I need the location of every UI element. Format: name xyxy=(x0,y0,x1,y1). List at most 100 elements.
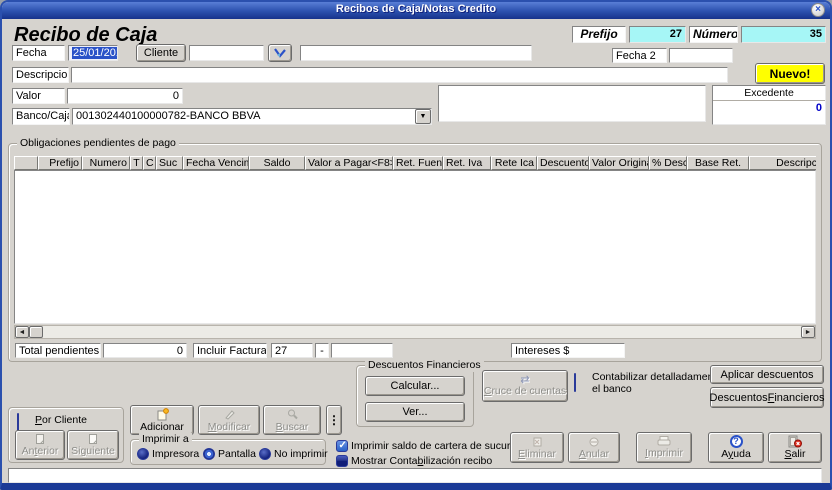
info-panel xyxy=(438,85,706,122)
imprimir-a-group: Imprimir a Impresora Pantalla No imprimi… xyxy=(130,439,326,465)
next-page-icon xyxy=(87,433,99,445)
incluir-factura-numero-field[interactable] xyxy=(331,343,393,358)
check-imprimir-saldo[interactable]: Imprimir saldo de cartera de sucursales xyxy=(336,440,535,452)
cruce-cuentas-label: Cruce de cuentas xyxy=(484,385,566,397)
grid-column-header[interactable]: Descripcion xyxy=(749,156,816,170)
client-area: Recibo de Caja Prefijo 27 Número 35 Fech… xyxy=(2,19,830,485)
grid-column-header[interactable]: Descuento xyxy=(537,156,589,170)
mostrar-contabilizacion-checkbox[interactable] xyxy=(336,455,348,467)
grid-column-header[interactable]: T xyxy=(130,156,143,170)
close-icon[interactable]: × xyxy=(811,3,825,17)
status-bar xyxy=(8,468,822,483)
incluir-factura-separator: - xyxy=(315,343,329,358)
vertical-dots-icon: ⋮ xyxy=(328,416,340,425)
anterior-button[interactable]: Anterior xyxy=(15,430,65,460)
cliente-name-field[interactable] xyxy=(300,45,532,61)
dropdown-arrow-icon[interactable]: ▼ xyxy=(415,109,431,124)
banco-caja-value: 001302440100000782-BANCO BBVA xyxy=(73,109,415,124)
cruce-cuentas-icon: ⇄ xyxy=(520,376,529,385)
grid-column-header[interactable] xyxy=(14,156,38,170)
pantalla-radio-icon[interactable] xyxy=(203,448,215,460)
fecha2-field[interactable] xyxy=(669,48,733,63)
impresora-radio-icon[interactable] xyxy=(137,448,149,460)
fecha-field[interactable]: 25/01/2019 xyxy=(68,45,118,61)
descuentos-group: Descuentos Financieros Calcular... Ver..… xyxy=(356,365,474,427)
ayuda-button[interactable]: ? Ayuda xyxy=(708,432,764,463)
grid-column-header[interactable]: Rete Ica xyxy=(491,156,537,170)
eliminar-button[interactable]: Eliminar xyxy=(510,432,564,463)
app-window: Recibos de Caja/Notas Credito × Recibo d… xyxy=(0,0,832,490)
contabilizar-checkbox[interactable] xyxy=(574,373,576,392)
calcular-button[interactable]: Calcular... xyxy=(365,376,465,396)
grid-column-header[interactable]: Numero xyxy=(82,156,130,170)
grid-column-header[interactable]: Fecha Vencim. xyxy=(183,156,249,170)
banco-caja-label: Banco/Caja xyxy=(12,108,70,125)
grid-column-header[interactable]: C xyxy=(143,156,156,170)
cliente-button[interactable]: Cliente xyxy=(136,44,186,62)
scroll-left-icon[interactable]: ◄ xyxy=(15,326,29,338)
scroll-track[interactable] xyxy=(43,326,801,338)
prefijo-field[interactable]: 27 xyxy=(629,26,686,43)
excedente-label: Excedente xyxy=(713,86,825,101)
grid-column-header[interactable]: Suc xyxy=(156,156,183,170)
radio-impresora[interactable]: Impresora xyxy=(137,448,199,460)
valor-label: Valor xyxy=(12,88,65,104)
lookup-arrow-icon xyxy=(273,47,287,59)
grid-column-header[interactable]: Valor a Pagar<F8> xyxy=(305,156,393,170)
radio-no-imprimir[interactable]: No imprimir xyxy=(259,448,328,460)
obligaciones-group-title: Obligaciones pendientes de pago xyxy=(17,137,179,150)
total-pendientes-label: Total pendientes $ xyxy=(15,343,101,358)
imprimir-saldo-checkbox[interactable] xyxy=(336,440,348,452)
excedente-value: 0 xyxy=(713,101,825,115)
grid-column-header[interactable]: Ret. Fuente xyxy=(393,156,443,170)
fecha-selected-text: 25/01/2019 xyxy=(72,47,118,59)
more-options-button[interactable]: ⋮ xyxy=(326,405,342,435)
search-icon xyxy=(286,408,299,421)
cliente-code-field[interactable] xyxy=(189,45,264,61)
add-record-icon xyxy=(156,408,169,421)
descripcion-field[interactable] xyxy=(71,67,728,83)
prefijo-label: Prefijo xyxy=(572,26,626,43)
banco-caja-select[interactable]: 001302440100000782-BANCO BBVA ▼ xyxy=(72,108,432,125)
no-imprimir-radio-icon[interactable] xyxy=(259,448,271,460)
scroll-thumb[interactable] xyxy=(29,326,43,338)
edit-pencil-icon xyxy=(223,408,236,421)
valor-field[interactable]: 0 xyxy=(67,88,183,104)
incluir-factura-label: Incluir Factura xyxy=(193,343,267,358)
fecha2-label: Fecha 2 xyxy=(612,48,667,63)
imprimir-button[interactable]: Imprimir xyxy=(636,432,692,463)
cliente-lookup-button[interactable] xyxy=(268,44,292,62)
buscar-button[interactable]: Buscar xyxy=(263,405,321,435)
numero-field[interactable]: 35 xyxy=(741,26,826,43)
cruce-de-cuentas-button[interactable]: ⇄ Cruce de cuentas xyxy=(482,370,568,402)
scroll-right-icon[interactable]: ► xyxy=(801,326,815,338)
adicionar-button[interactable]: Adicionar xyxy=(130,405,194,435)
aplicar-descuentos-button[interactable]: Aplicar descuentos xyxy=(710,365,824,384)
incluir-factura-prefijo-field[interactable]: 27 xyxy=(271,343,313,358)
descuentos-group-title: Descuentos Financieros xyxy=(365,359,484,372)
page-title: Recibo de Caja xyxy=(14,24,157,47)
modificar-button[interactable]: Modificar xyxy=(198,405,260,435)
descuentos-financieros-button[interactable]: Descuentos Financieros xyxy=(710,387,824,408)
grid-column-header[interactable]: Saldo xyxy=(249,156,305,170)
anular-button[interactable]: Anular xyxy=(568,432,620,463)
grid-column-header[interactable]: Base Ret. xyxy=(687,156,749,170)
salir-button[interactable]: Salir xyxy=(768,432,822,463)
nuevo-button[interactable]: Nuevo! xyxy=(755,63,825,84)
grid-hscrollbar[interactable]: ◄ ► xyxy=(14,325,816,339)
intereses-label: Intereses $ xyxy=(511,343,625,358)
grid-column-header[interactable]: Ret. Iva xyxy=(443,156,491,170)
grid-body[interactable] xyxy=(14,170,816,324)
imprimir-a-group-title: Imprimir a xyxy=(139,433,192,446)
delete-icon xyxy=(531,436,543,448)
grid-column-header[interactable]: Valor Original xyxy=(589,156,649,170)
titlebar[interactable]: Recibos de Caja/Notas Credito × xyxy=(2,2,830,19)
radio-pantalla[interactable]: Pantalla xyxy=(203,448,256,460)
grid-column-header[interactable]: % Desc. xyxy=(649,156,687,170)
grid-column-header[interactable]: Prefijo xyxy=(38,156,82,170)
grid-header: PrefijoNumeroTCSucFecha Vencim.SaldoValo… xyxy=(14,156,816,170)
check-mostrar-contabilizacion[interactable]: Mostrar Contabilización recibo xyxy=(336,455,492,467)
siguiente-button[interactable]: Siguiente xyxy=(67,430,119,460)
ver-button[interactable]: Ver... xyxy=(365,402,465,422)
fecha-label: Fecha xyxy=(12,45,65,61)
